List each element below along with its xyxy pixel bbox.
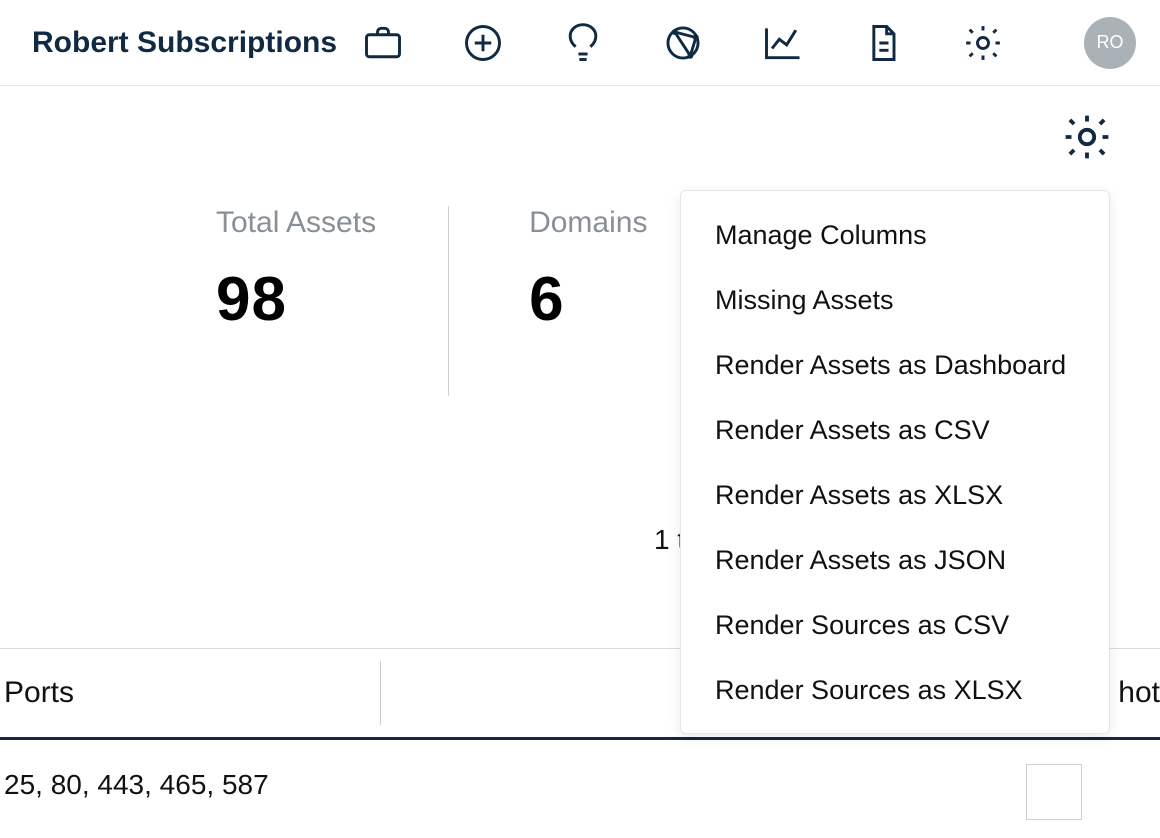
document-icon[interactable] <box>861 21 905 65</box>
row-checkbox[interactable] <box>1026 764 1082 820</box>
avatar[interactable]: RO <box>1084 17 1136 69</box>
column-header-ports[interactable]: Ports <box>0 676 380 710</box>
stat-label: Total Assets <box>216 206 376 240</box>
column-header-right-partial[interactable]: hot <box>1114 676 1160 710</box>
settings-menu: Manage Columns Missing Assets Render Ass… <box>680 190 1110 734</box>
cell-ports: 25, 80, 443, 465, 587 <box>4 769 269 801</box>
stat-divider <box>448 206 449 396</box>
stat-total-assets: Total Assets 98 <box>216 206 376 335</box>
table-row[interactable]: 25, 80, 443, 465, 587 <box>0 740 1160 830</box>
page-settings-button[interactable] <box>1060 110 1114 164</box>
stat-label: Domains <box>529 206 647 240</box>
briefcase-icon[interactable] <box>361 21 405 65</box>
nav-icons <box>361 21 1036 65</box>
avatar-initials: RO <box>1097 32 1124 53</box>
menu-item-render-xlsx[interactable]: Render Assets as XLSX <box>681 463 1109 528</box>
chart-icon[interactable] <box>761 21 805 65</box>
add-icon[interactable] <box>461 21 505 65</box>
stat-value: 98 <box>216 264 376 335</box>
stat-value: 6 <box>529 264 647 335</box>
lightbulb-icon[interactable] <box>561 21 605 65</box>
menu-item-sources-csv[interactable]: Render Sources as CSV <box>681 593 1109 658</box>
menu-item-manage-columns[interactable]: Manage Columns <box>681 203 1109 268</box>
menu-item-render-json[interactable]: Render Assets as JSON <box>681 528 1109 593</box>
network-icon[interactable] <box>661 21 705 65</box>
menu-item-render-csv[interactable]: Render Assets as CSV <box>681 398 1109 463</box>
menu-item-sources-xlsx[interactable]: Render Sources as XLSX <box>681 658 1109 723</box>
brand-title: Robert Subscriptions <box>32 26 337 60</box>
topbar: Robert Subscriptions <box>0 0 1160 86</box>
menu-item-missing-assets[interactable]: Missing Assets <box>681 268 1109 333</box>
gear-icon[interactable] <box>961 21 1005 65</box>
stat-domains: Domains 6 <box>529 206 647 335</box>
menu-item-render-dashboard[interactable]: Render Assets as Dashboard <box>681 333 1109 398</box>
column-divider <box>380 661 381 725</box>
